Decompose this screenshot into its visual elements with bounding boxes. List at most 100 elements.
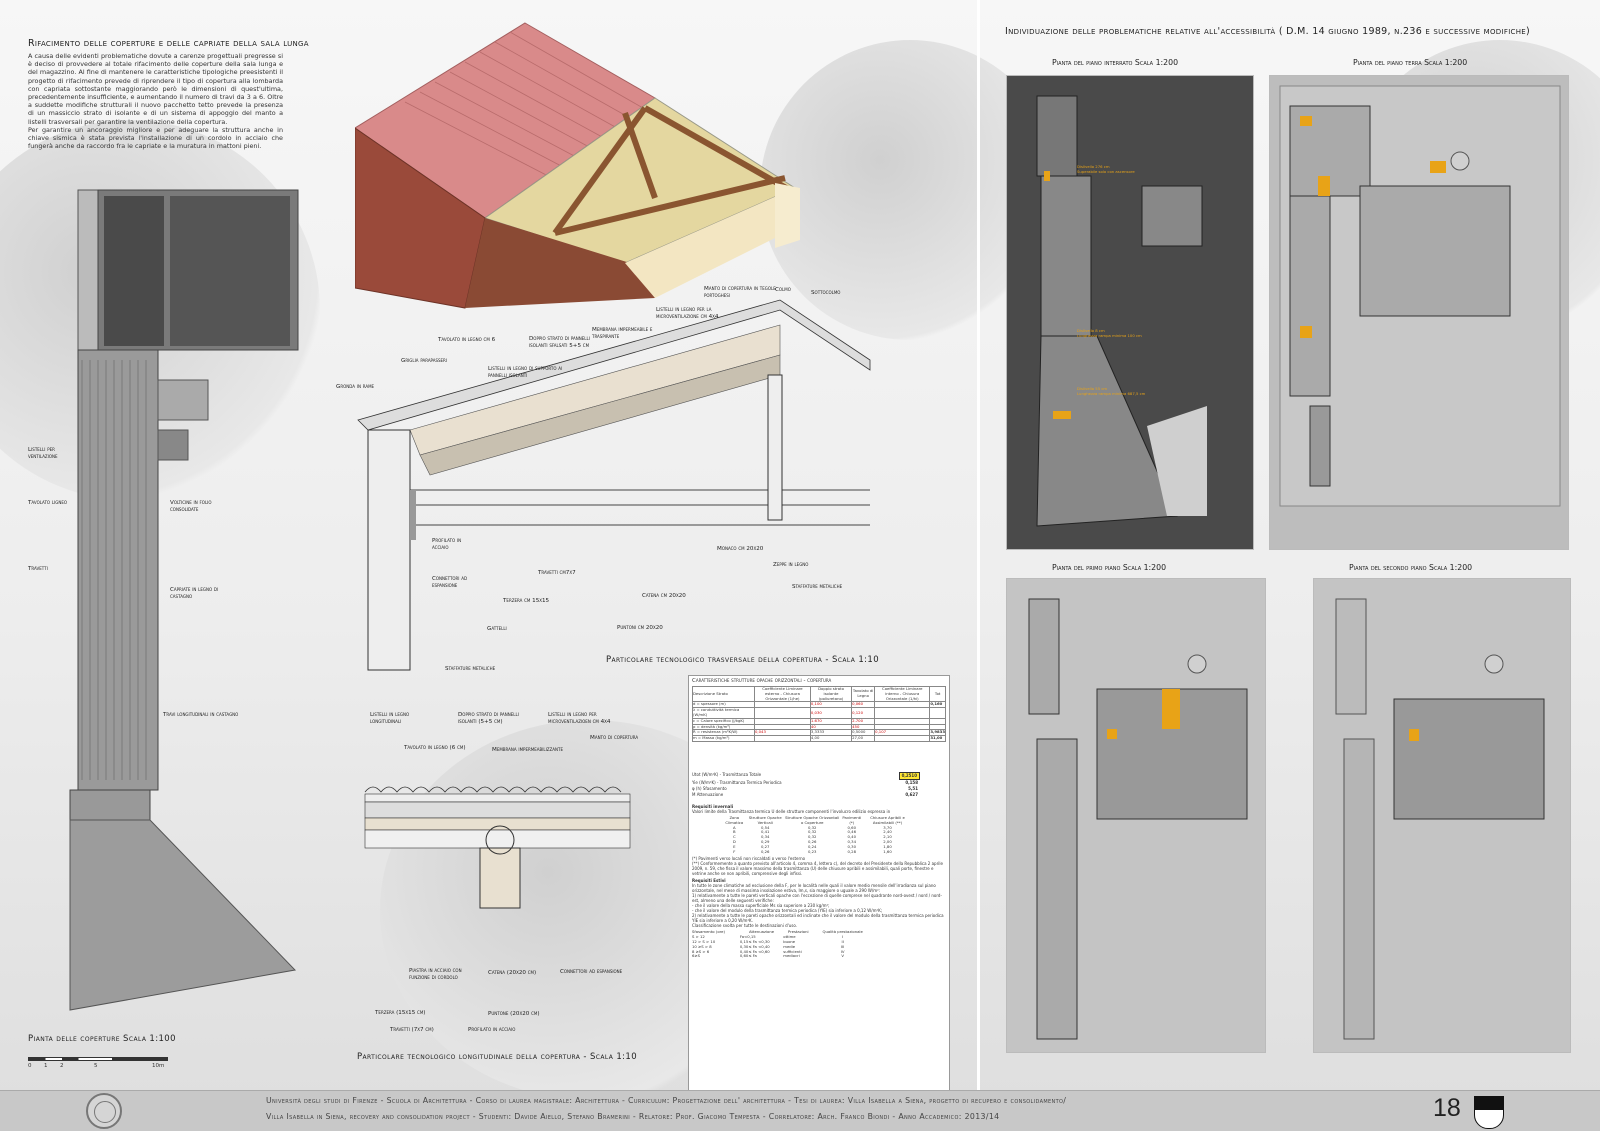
table-title: Caratteristiche strutture opache orizzon… <box>692 678 832 684</box>
note-line: Superabile solo con ascensore <box>1077 169 1135 174</box>
scale-bar <box>28 1057 168 1061</box>
table-cell: 0,23 <box>807 848 817 854</box>
label-tavolato: Tavolato in legno cm 6 <box>438 337 496 343</box>
footer: Università degli studi di Firenze - Scuo… <box>0 1090 1600 1131</box>
footer-line: Villa Isabella in Siena, recovery and co… <box>266 1112 1000 1121</box>
table-cell: mediocri <box>783 953 800 959</box>
label-staffature: Staffature metaliche <box>445 666 496 672</box>
zone-table: Zona Climatica Strutture Opache Verticali… <box>722 815 912 855</box>
scale-tick: 5 <box>94 1063 98 1069</box>
plan-title: Pianta del piano interrato Scala 1:200 <box>1052 58 1179 67</box>
label-travetti: Travetti cm7x7 <box>538 570 576 576</box>
scale-tick: 1 <box>44 1063 48 1069</box>
label-travetti: Travetti <box>28 566 48 572</box>
table-header: Tot <box>929 685 946 703</box>
result-label: M Attenuazione <box>692 792 724 797</box>
label-tavolato: Tavolato ligneo <box>28 500 68 506</box>
plan-second-drawing <box>1335 598 1545 1040</box>
table-cell: 27,00 <box>851 735 876 742</box>
intro-paragraph: Per garantire un ancoraggio migliore e p… <box>28 125 283 151</box>
table-cell <box>874 707 931 719</box>
table-cell: 0,60≤ Fa <box>739 953 757 959</box>
plan-basement: Dislivello 276 cm Superabile solo con asc… <box>1006 75 1254 550</box>
label-terzera-long: Terzera (15x15 cm) <box>375 1010 426 1016</box>
label-travetti-long: Travetti (7x7 cm) <box>390 1027 434 1033</box>
label-piastra: Piastra in acciaio con funzione di cordo… <box>409 968 462 981</box>
accessibility-note: Dislivello 55 cm Lunghezza rampa minima 6… <box>1077 386 1145 396</box>
page-divider <box>977 0 980 1090</box>
label-listelli-long: Listelli in legno longitudinali <box>370 712 410 725</box>
page-number: 18 <box>1433 1094 1461 1122</box>
requirements-block: Requisiti invernali Valori limite della … <box>692 804 946 959</box>
plan-title: Pianta del piano terra Scala 1:200 <box>1353 58 1468 67</box>
estivi-item: 2) relativamente a tutte le pareti opach… <box>692 913 944 924</box>
table-cell: 0,120 <box>851 707 876 719</box>
table-cell <box>754 707 811 719</box>
result-value-highlight: 0,2510 <box>898 772 920 780</box>
label-profilato-long: Profilato in acciaio <box>468 1027 516 1033</box>
thermal-table: Caratteristiche strutture opache orizzon… <box>688 675 950 1093</box>
roof-3d-render <box>355 22 800 309</box>
table-header: Descrizione Strato <box>692 685 755 703</box>
label-griglia: Griglia parapasseri <box>401 358 448 364</box>
label-connettori: Connettori ad espansione <box>432 576 468 589</box>
table-cell: F <box>733 848 736 854</box>
plan-title: Pianta del secondo piano Scala 1:200 <box>1349 563 1473 572</box>
note-line: Lunghezza rampa minima 100 cm <box>1077 333 1142 338</box>
table-cell <box>929 707 946 719</box>
footer-line: Università degli studi di Firenze - Scuo… <box>266 1096 1067 1105</box>
table-cell <box>754 735 811 742</box>
table-cell <box>874 735 931 742</box>
label-doppio-strato-long: Doppio strato di pannelli isolanti (5+5 … <box>458 712 519 725</box>
plan-ground-floor <box>1269 75 1569 550</box>
plan-ground-drawing <box>1279 85 1561 507</box>
table-cell: 0,030 <box>809 707 853 719</box>
plan-first-drawing <box>1028 598 1248 1040</box>
accessibility-note: Dislivello 8 cm Lunghezza rampa minima 10… <box>1077 328 1142 338</box>
result-row: Utot (W/m²K) - Trasmittanza Totale 0,2510 <box>692 772 946 780</box>
estivi-item: 1) relativamente a tutte le pareti verti… <box>692 893 942 904</box>
label-staffature: Staffature metaliche <box>792 584 843 590</box>
table-header: Tavolato di Legno <box>851 685 876 703</box>
plan-second-floor <box>1313 578 1571 1053</box>
estivi-text: In tutte le zone climatiche ad esclusion… <box>692 883 936 894</box>
plan-first-floor <box>1006 578 1266 1053</box>
table-row: λ = conduttività termica (W/mK) 0,030 0,12… <box>692 707 946 719</box>
scale-tick: 0 <box>28 1063 32 1069</box>
estivi-item: Classificazione svolta per tutte le dest… <box>692 923 797 929</box>
sfasamento-table: Sfasamento (ore) Attenuazione Prestazioni Q… <box>692 930 872 959</box>
label-colmo: Colmo <box>775 287 791 293</box>
table-cell: 6≥S <box>692 953 701 959</box>
label-listelli: Listelli per ventilazione <box>28 447 58 460</box>
label-puntoni: Puntoni cm 20x20 <box>617 625 663 631</box>
label-sottocolmo: Sottocolmo <box>811 290 841 296</box>
siena-shield-icon <box>1474 1096 1504 1129</box>
results-block: Utot (W/m²K) - Trasmittanza Totale 0,2510… <box>692 772 946 798</box>
scale-tick: 2 <box>60 1063 64 1069</box>
label-manto-long: Manto di copertura <box>590 735 639 741</box>
label-puntone-long: Puntone (20x20 cm) <box>488 1011 540 1017</box>
table-cell: 0,28 <box>847 848 856 854</box>
section-title: Rifacimento delle coperture e delle capr… <box>28 38 309 49</box>
transverse-caption: Particolare tecnologico trasversale dell… <box>606 655 880 665</box>
table-row: F 0,26 0,23 0,28 1,60 <box>722 848 912 855</box>
table-row: m = Massa (kg/m²) 4,00 27,00 31,00 <box>692 735 946 742</box>
table-cell: 4,00 <box>809 735 853 742</box>
result-row: M Attenuazione 0,627 <box>692 792 946 798</box>
scale-tick: 10m <box>152 1063 165 1069</box>
table-header: Coefficiente Liminare interno - Chiusura… <box>874 685 931 703</box>
longitudinal-section-drawing <box>364 786 631 909</box>
plan-basement-drawing <box>1036 95 1207 527</box>
label-volticine: Volticine in folio consolidate <box>170 500 212 513</box>
label-tavolato-long: Tavolato in legno (6 cm) <box>404 745 466 751</box>
table-cell: λ = conduttività termica (W/mK) <box>692 707 755 719</box>
table-header: Coefficiente Liminare esterno - Chiusura… <box>754 685 811 703</box>
label-travi: Travi longitudinali in castagno <box>163 712 239 718</box>
label-profilato: Profilato in acciaio <box>432 538 462 551</box>
label-listelli-micro: Listelli in legno per la microventilazio… <box>656 307 719 320</box>
requisiti-text: Valori limite della Trasmittanza termica… <box>692 809 891 814</box>
table-header: Doppio strato isolante (poliuretano) <box>809 685 853 703</box>
table-cell: m = Massa (kg/m²) <box>692 735 755 742</box>
accessibility-note: Dislivello 276 cm Superabile solo con asc… <box>1077 164 1135 174</box>
intro-paragraph: A causa delle evidenti problematiche dov… <box>28 52 283 126</box>
